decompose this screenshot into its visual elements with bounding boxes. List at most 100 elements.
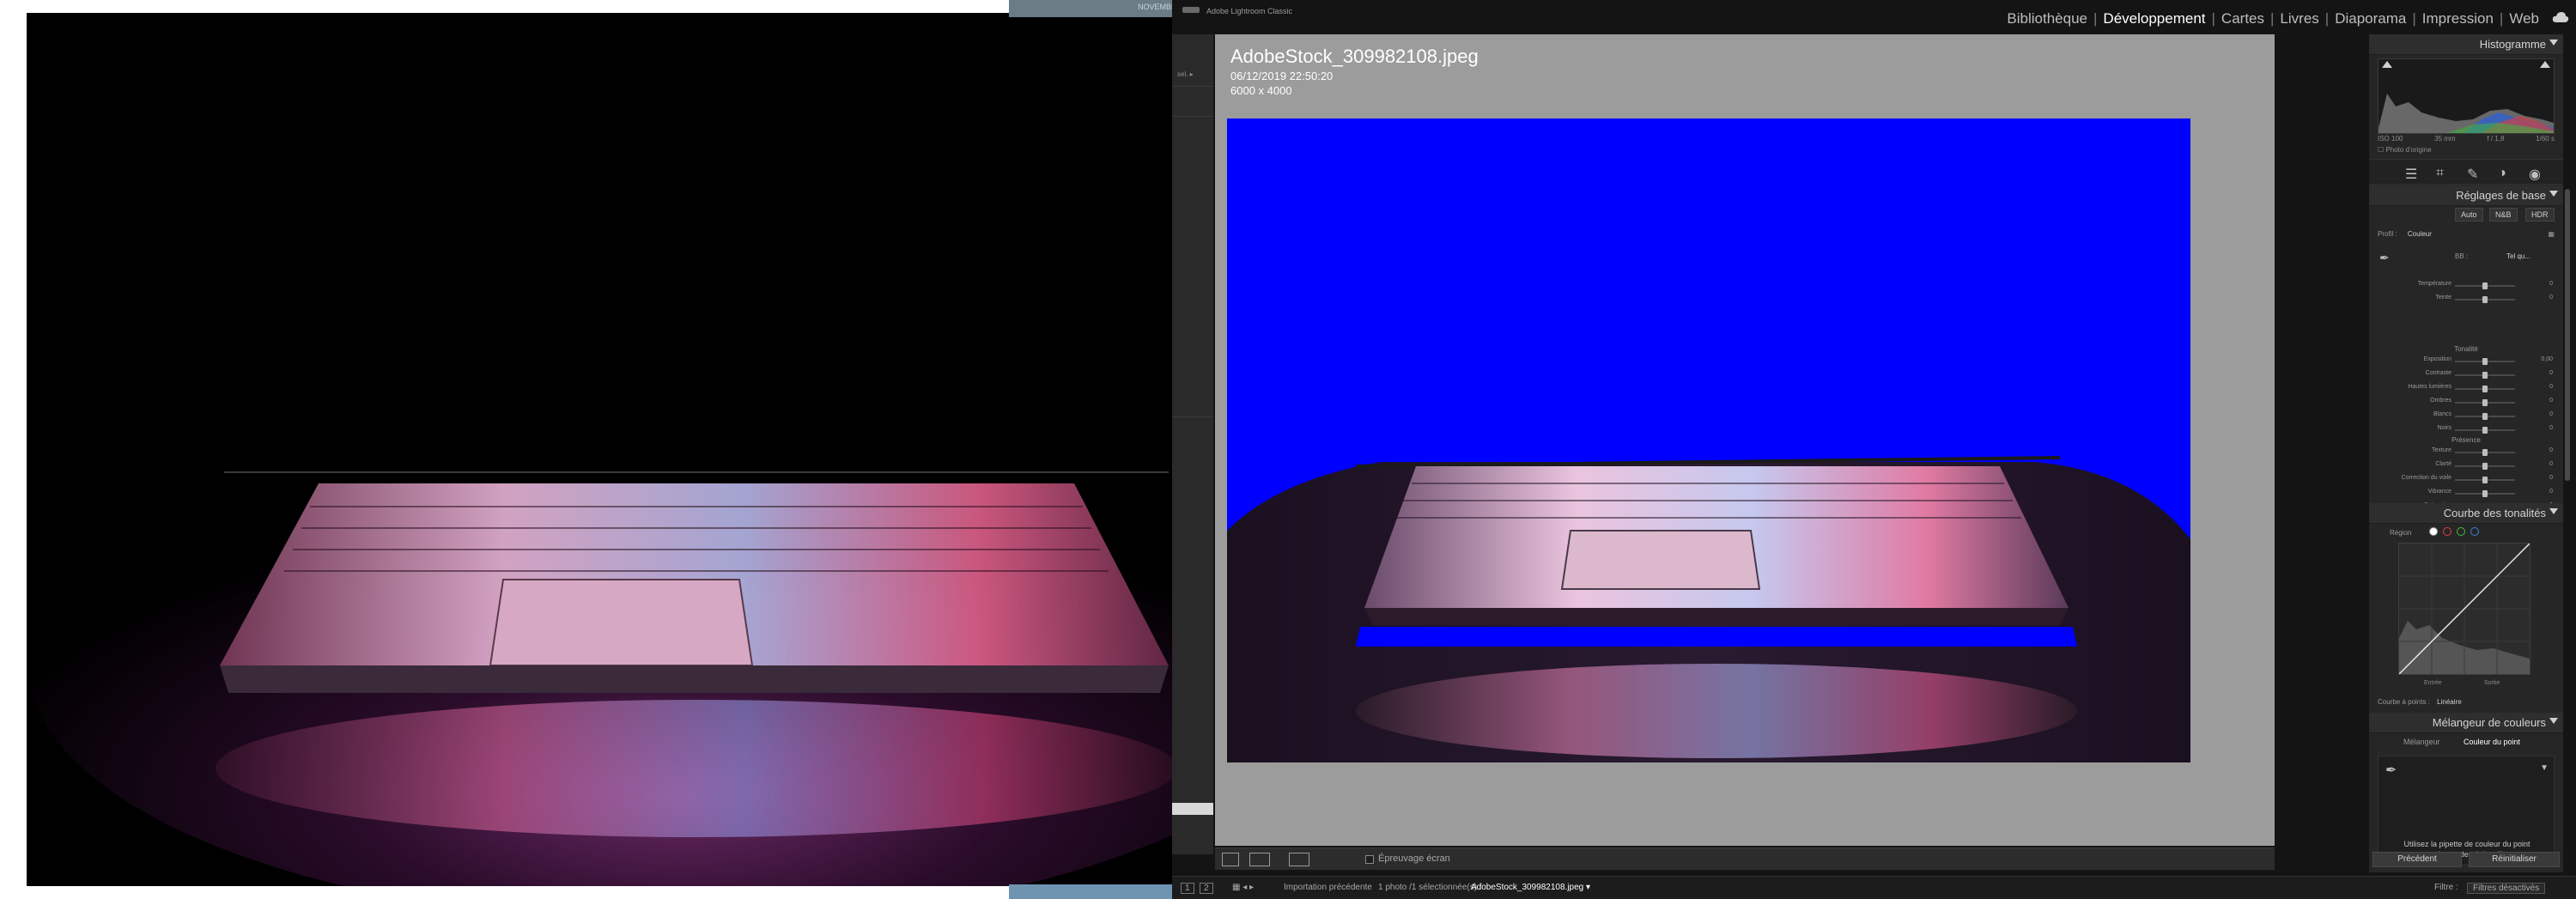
module-2[interactable]: Cartes xyxy=(2215,10,2270,27)
slider-value[interactable]: 0 xyxy=(2549,425,2553,431)
collapse-triangle-icon[interactable] xyxy=(2549,191,2558,197)
mixer-header[interactable]: Mélangeur de couleurs xyxy=(2369,713,2563,733)
collapse-triangle-icon[interactable] xyxy=(2549,718,2558,724)
slider-thumb[interactable] xyxy=(2482,413,2488,420)
module-4[interactable]: Diaporama xyxy=(2329,10,2412,27)
slider-label: Texture xyxy=(2432,447,2451,453)
left-panel-button[interactable]: sel. ▸ xyxy=(1177,70,1194,78)
slider-value[interactable]: 0 xyxy=(2549,461,2553,467)
slider-thumb[interactable] xyxy=(2482,296,2488,303)
shutter-speed: 1/60 s xyxy=(2536,135,2555,143)
screen: NOVEMBR Adobe Lightroom Classic Biblioth… xyxy=(0,0,2576,899)
point-color-eyedropper-icon[interactable]: ✒ xyxy=(2385,762,2397,779)
bw-button[interactable]: N&B xyxy=(2489,208,2518,222)
profile-label: Profil : xyxy=(2378,230,2397,238)
masking-icon[interactable]: ◑ xyxy=(2498,166,2510,180)
right-panel-scrollbar[interactable] xyxy=(2565,189,2570,481)
slider-value[interactable]: 0 xyxy=(2549,475,2553,481)
filmstrip-page-2[interactable]: 2 xyxy=(1200,883,1213,894)
tone-curve-graph[interactable] xyxy=(2398,543,2530,675)
curve-channel-blue[interactable] xyxy=(2470,527,2479,536)
curve-channel-green[interactable] xyxy=(2457,527,2465,536)
curve-channel-red[interactable] xyxy=(2443,527,2451,536)
slider-thumb[interactable] xyxy=(2482,386,2488,392)
slider-label: Température xyxy=(2417,281,2451,287)
crop-icon[interactable]: ⌗ xyxy=(2436,166,2448,180)
left-panel-swatch[interactable] xyxy=(1172,803,1213,815)
soft-proof-checkbox[interactable] xyxy=(1365,855,1374,864)
slider-label: Blancs xyxy=(2433,411,2451,417)
curve-region-label: Région xyxy=(2390,529,2412,537)
basic-header[interactable]: Réglages de base xyxy=(2369,185,2563,206)
slider-value[interactable]: 0 xyxy=(2549,489,2553,495)
previous-button[interactable]: Précédent xyxy=(2372,852,2462,867)
slider-value[interactable]: 0 xyxy=(2549,281,2553,287)
auto-button[interactable]: Auto xyxy=(2455,208,2483,222)
filmstrip-filename[interactable]: AdobeStock_309982108.jpeg ▾ xyxy=(1471,883,1590,892)
slider-value[interactable]: 0 xyxy=(2549,370,2553,376)
image-view[interactable]: AdobeStock_309982108.jpeg 06/12/2019 22:… xyxy=(1215,34,2275,846)
slider-thumb[interactable] xyxy=(2482,477,2488,483)
slider-thumb[interactable] xyxy=(2482,463,2488,470)
red-eye-icon[interactable]: ◉ xyxy=(2529,166,2541,182)
slider-value[interactable]: 0 xyxy=(2549,384,2553,390)
collapse-triangle-icon[interactable] xyxy=(2549,39,2558,46)
slider-value[interactable]: 0 xyxy=(2549,447,2553,453)
clipping-preview-image xyxy=(1227,118,2190,762)
before-after-icon[interactable] xyxy=(1249,853,1270,866)
slider-thumb[interactable] xyxy=(2482,282,2488,289)
slider-thumb[interactable] xyxy=(2482,372,2488,379)
curve-channel-rgb[interactable] xyxy=(2429,527,2438,536)
highlight-clip-icon xyxy=(2540,61,2550,68)
cloud-icon[interactable] xyxy=(2552,11,2569,23)
module-6[interactable]: Web xyxy=(2503,10,2545,27)
slider-thumb[interactable] xyxy=(2482,358,2488,365)
module-0[interactable]: Bibliothèque xyxy=(2001,10,2093,27)
slider-thumb[interactable] xyxy=(2482,490,2488,497)
reset-button[interactable]: Réinitialiser xyxy=(2469,852,2560,867)
divider xyxy=(1172,116,1213,117)
slider-label: Ombres xyxy=(2430,398,2451,404)
module-1[interactable]: Développement xyxy=(2097,10,2211,27)
module-picker: Bibliothèque | Développement | Cartes | Livres… xyxy=(2001,10,2545,27)
grid-view-icon[interactable]: ▦ ◂ ▸ xyxy=(1232,883,1254,892)
hdr-button[interactable]: HDR xyxy=(2525,208,2555,222)
curve-output-label: Sortie xyxy=(2484,680,2500,686)
divider xyxy=(1172,86,1213,87)
left-panel-collapsed[interactable]: sel. ▸ xyxy=(1172,34,1213,854)
healing-icon[interactable]: ✎ xyxy=(2467,166,2479,182)
slider-row: Teinte 0 xyxy=(2376,294,2556,304)
curve-header[interactable]: Courbe des tonalités xyxy=(2369,503,2563,524)
curve-points-dropdown[interactable]: Linéaire xyxy=(2437,698,2461,706)
eyedropper-icon[interactable]: ✒ xyxy=(2379,251,2390,265)
histogram-header[interactable]: Histogramme xyxy=(2369,34,2563,55)
slider-thumb[interactable] xyxy=(2482,449,2488,456)
slider-value[interactable]: 0 xyxy=(2549,295,2553,301)
filmstrip-source[interactable]: Importation précédente xyxy=(1284,883,1372,892)
presence-group-title: Présence xyxy=(2451,436,2481,444)
slider-thumb[interactable] xyxy=(2482,399,2488,406)
tab-mixer[interactable]: Mélangeur xyxy=(2403,738,2440,746)
module-3[interactable]: Livres xyxy=(2274,10,2324,27)
slider-value[interactable]: 0 xyxy=(2549,398,2553,404)
info-date: 06/12/2019 22:50:20 xyxy=(1230,70,1334,82)
filmstrip-page-1[interactable]: 1 xyxy=(1181,883,1194,894)
compare-view-icon[interactable] xyxy=(1289,853,1309,866)
slider-thumb[interactable] xyxy=(2482,427,2488,434)
wb-dropdown[interactable]: Tel qu... xyxy=(2506,252,2530,260)
chevron-down-icon[interactable]: ▼ xyxy=(2540,763,2549,773)
original-photo-toggle[interactable]: ☐ Photo d'origine xyxy=(2378,146,2432,154)
slider-value[interactable]: 0 xyxy=(2549,411,2553,417)
main-photo[interactable] xyxy=(1227,118,2190,762)
profile-browser-icon[interactable]: ▦ xyxy=(2548,230,2555,238)
slider-value[interactable]: 0,00 xyxy=(2541,356,2553,362)
tab-point-color[interactable]: Couleur du point xyxy=(2464,738,2520,746)
edit-sliders-icon[interactable]: ☰ xyxy=(2405,166,2417,182)
loupe-view-icon[interactable] xyxy=(1222,853,1239,866)
app-title: Adobe Lightroom Classic xyxy=(1206,7,1293,15)
collapse-triangle-icon[interactable] xyxy=(2549,508,2558,514)
module-5[interactable]: Impression xyxy=(2416,10,2500,27)
histogram-graph[interactable] xyxy=(2378,58,2555,134)
filter-dropdown[interactable]: Filtres désactivés xyxy=(2467,883,2546,894)
profile-dropdown[interactable]: Couleur xyxy=(2408,230,2432,238)
